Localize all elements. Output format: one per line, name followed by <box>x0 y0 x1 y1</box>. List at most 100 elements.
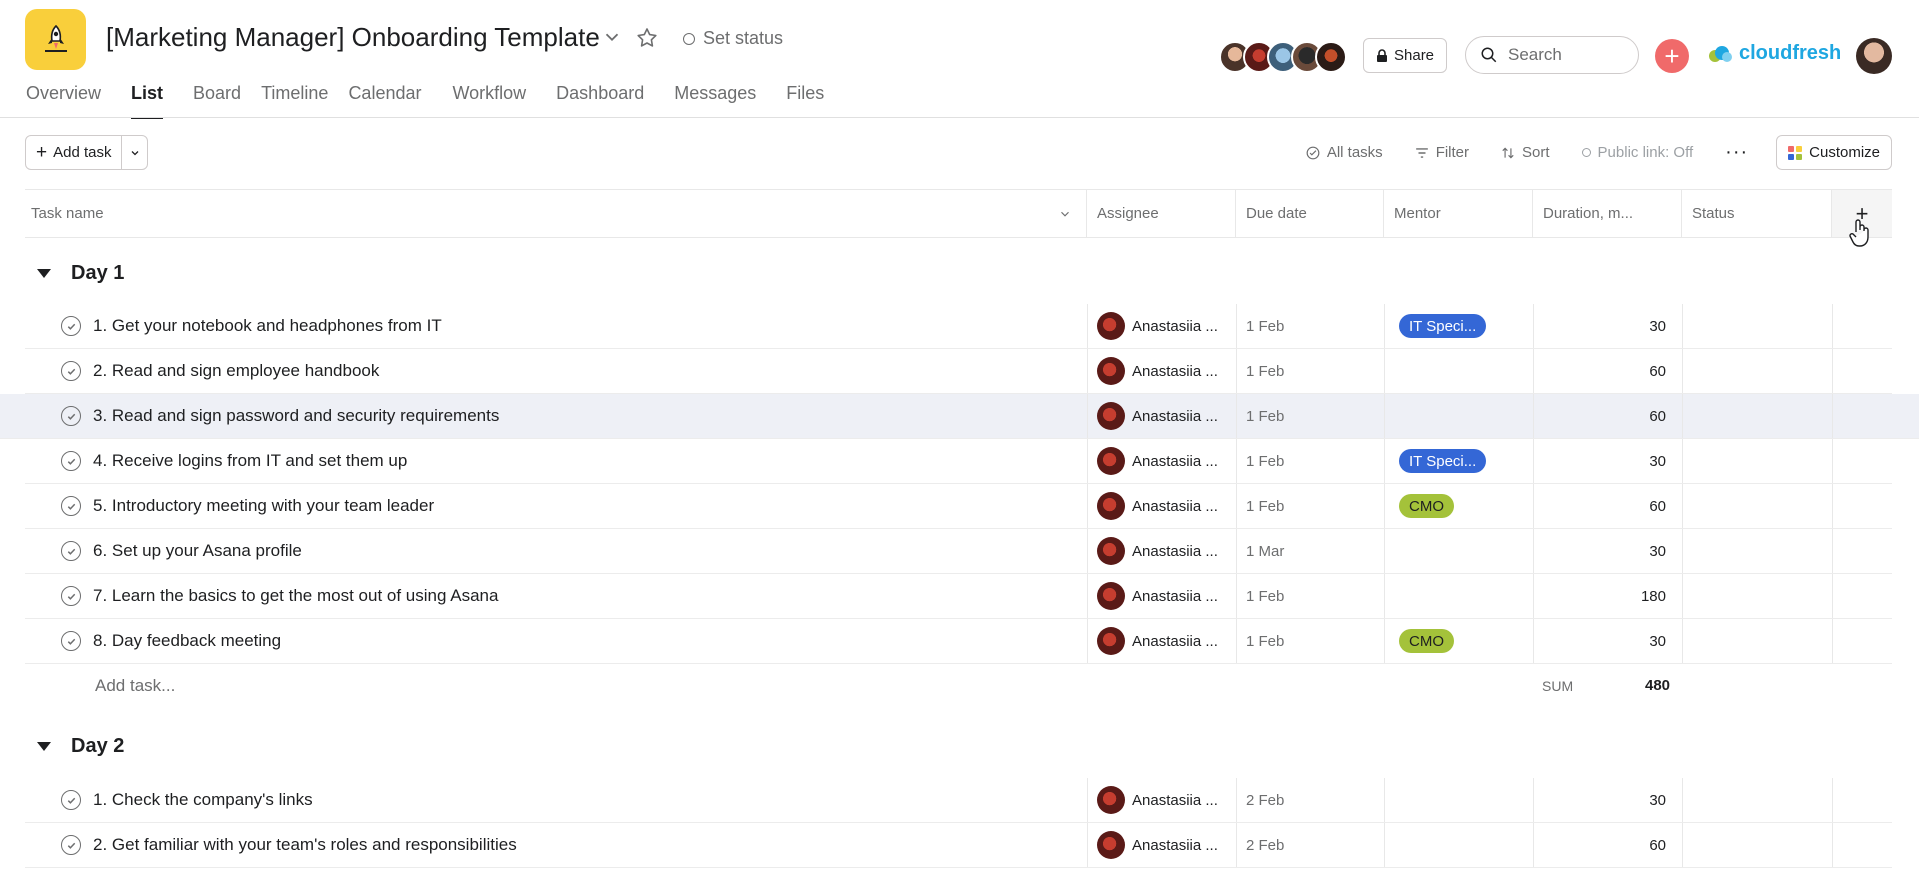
duration-cell[interactable]: 30 <box>1533 778 1666 822</box>
col-duration[interactable]: Duration, m... <box>1533 190 1682 237</box>
filter-button[interactable]: Filter <box>1415 144 1469 161</box>
mentor-cell[interactable]: CMO <box>1399 619 1533 663</box>
assignee-cell[interactable]: Anastasiia ... <box>1097 349 1236 393</box>
due-date-cell[interactable]: 1 Feb <box>1246 394 1384 438</box>
search-input[interactable]: Search <box>1465 36 1639 74</box>
check-circle-icon[interactable] <box>61 406 81 426</box>
duration-cell[interactable]: 30 <box>1533 439 1666 483</box>
chevron-down-icon[interactable] <box>601 26 623 48</box>
status-cell[interactable] <box>1682 439 1832 483</box>
status-cell[interactable] <box>1682 304 1832 348</box>
due-date-cell[interactable]: 1 Feb <box>1246 484 1384 528</box>
due-date-cell[interactable]: 1 Feb <box>1246 439 1384 483</box>
check-circle-icon[interactable] <box>61 316 81 336</box>
sort-button[interactable]: Sort <box>1501 144 1550 161</box>
table-row[interactable]: 3. Read and sign password and security r… <box>0 394 1919 439</box>
status-cell[interactable] <box>1682 778 1832 822</box>
task-name-cell[interactable]: 8. Day feedback meeting <box>61 619 1081 663</box>
table-row[interactable]: 8. Day feedback meeting Anastasiia ... 1 F… <box>25 619 1892 664</box>
mentor-cell[interactable] <box>1399 349 1533 393</box>
col-due-date[interactable]: Due date <box>1236 190 1384 237</box>
duration-cell[interactable]: 60 <box>1533 394 1666 438</box>
check-circle-icon[interactable] <box>61 586 81 606</box>
mentor-cell[interactable]: IT Speci... <box>1399 439 1533 483</box>
create-button[interactable]: + <box>1655 39 1689 73</box>
tab-overview[interactable]: Overview <box>26 83 101 118</box>
table-row[interactable]: 4. Receive logins from IT and set them u… <box>25 439 1892 484</box>
task-name-cell[interactable]: 3. Read and sign password and security r… <box>61 394 1081 438</box>
mentor-cell[interactable]: CMO <box>1399 484 1533 528</box>
task-name[interactable]: 1. Get your notebook and headphones from… <box>93 316 442 336</box>
check-circle-icon[interactable] <box>61 541 81 561</box>
check-circle-icon[interactable] <box>61 361 81 381</box>
section-header-day-2[interactable]: Day 2 <box>37 735 124 758</box>
user-avatar[interactable] <box>1856 38 1892 74</box>
set-status-button[interactable]: Set status <box>683 28 783 49</box>
col-mentor[interactable]: Mentor <box>1384 190 1533 237</box>
all-tasks-button[interactable]: All tasks <box>1306 144 1383 161</box>
share-button[interactable]: Share <box>1363 38 1448 73</box>
caret-down-icon[interactable] <box>37 742 51 751</box>
task-name[interactable]: 3. Read and sign password and security r… <box>93 406 499 426</box>
due-date-cell[interactable]: 1 Feb <box>1246 619 1384 663</box>
mentor-tag[interactable]: CMO <box>1399 629 1454 653</box>
chevron-down-icon[interactable] <box>1058 207 1072 221</box>
due-date-cell[interactable]: 2 Feb <box>1246 778 1384 822</box>
add-task-button[interactable]: + Add task <box>25 135 149 170</box>
task-name[interactable]: 2. Get familiar with your team's roles a… <box>93 835 517 855</box>
due-date-cell[interactable]: 2 Feb <box>1246 823 1384 867</box>
section-header-day-1[interactable]: Day 1 <box>37 262 124 285</box>
task-name-cell[interactable]: 2. Get familiar with your team's roles a… <box>61 823 1081 867</box>
task-name[interactable]: 5. Introductory meeting with your team l… <box>93 496 434 516</box>
project-members[interactable] <box>1219 41 1347 73</box>
task-name-cell[interactable]: 5. Introductory meeting with your team l… <box>61 484 1081 528</box>
table-row[interactable]: 2. Read and sign employee handbook Anasta… <box>25 349 1892 394</box>
task-name-cell[interactable]: 2. Read and sign employee handbook <box>61 349 1081 393</box>
due-date-cell[interactable]: 1 Feb <box>1246 304 1384 348</box>
duration-cell[interactable]: 180 <box>1533 574 1666 618</box>
more-button[interactable]: ··· <box>1725 141 1748 164</box>
tab-workflow[interactable]: Workflow <box>452 83 526 118</box>
tab-calendar[interactable]: Calendar <box>348 83 421 118</box>
duration-cell[interactable]: 60 <box>1533 484 1666 528</box>
public-link-button[interactable]: Public link: Off <box>1581 144 1693 161</box>
duration-cell[interactable]: 30 <box>1533 529 1666 573</box>
due-date-cell[interactable]: 1 Mar <box>1246 529 1384 573</box>
duration-cell[interactable]: 60 <box>1533 349 1666 393</box>
mentor-tag[interactable]: CMO <box>1399 494 1454 518</box>
check-circle-icon[interactable] <box>61 496 81 516</box>
status-cell[interactable] <box>1682 349 1832 393</box>
task-name-cell[interactable]: 1. Check the company's links <box>61 778 1081 822</box>
tab-timeline[interactable]: Timeline <box>261 83 328 118</box>
duration-cell[interactable]: 30 <box>1533 304 1666 348</box>
task-name-cell[interactable]: 6. Set up your Asana profile <box>61 529 1081 573</box>
mentor-cell[interactable] <box>1399 574 1533 618</box>
caret-down-icon[interactable] <box>37 269 51 278</box>
star-icon[interactable] <box>635 26 659 50</box>
task-name[interactable]: 6. Set up your Asana profile <box>93 541 302 561</box>
mentor-tag[interactable]: IT Speci... <box>1399 314 1487 338</box>
table-row[interactable]: 1. Get your notebook and headphones from… <box>25 304 1892 349</box>
due-date-cell[interactable]: 1 Feb <box>1246 574 1384 618</box>
check-circle-icon[interactable] <box>61 835 81 855</box>
assignee-cell[interactable]: Anastasiia ... <box>1097 823 1236 867</box>
check-circle-icon[interactable] <box>61 451 81 471</box>
assignee-cell[interactable]: Anastasiia ... <box>1097 394 1236 438</box>
status-cell[interactable] <box>1682 529 1832 573</box>
add-task-inline[interactable]: Add task... <box>95 676 175 696</box>
status-cell[interactable] <box>1682 394 1832 438</box>
assignee-cell[interactable]: Anastasiia ... <box>1097 529 1236 573</box>
status-cell[interactable] <box>1682 484 1832 528</box>
duration-cell[interactable]: 60 <box>1533 823 1666 867</box>
assignee-cell[interactable]: Anastasiia ... <box>1097 304 1236 348</box>
tab-board[interactable]: Board <box>193 83 241 118</box>
table-row[interactable]: 1. Check the company's links Anastasiia .… <box>25 778 1892 823</box>
task-name-cell[interactable]: 4. Receive logins from IT and set them u… <box>61 439 1081 483</box>
status-cell[interactable] <box>1682 823 1832 867</box>
add-task-main[interactable]: + Add task <box>26 136 123 169</box>
mentor-tag[interactable]: IT Speci... <box>1399 449 1487 473</box>
status-cell[interactable] <box>1682 574 1832 618</box>
duration-cell[interactable]: 30 <box>1533 619 1666 663</box>
col-assignee[interactable]: Assignee <box>1087 190 1236 237</box>
col-task-name[interactable]: Task name <box>25 190 1087 237</box>
